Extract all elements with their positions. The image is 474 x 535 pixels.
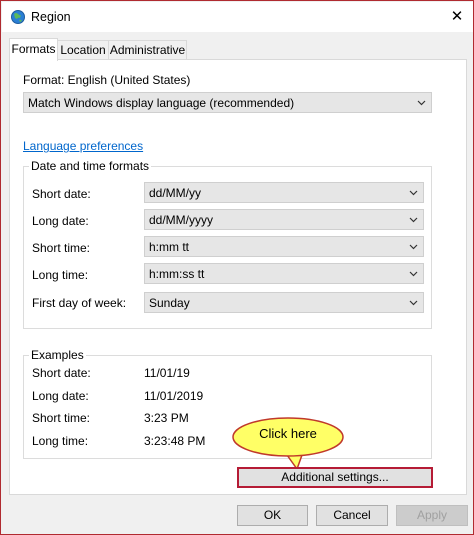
example-short-date-value: 11/01/19: [144, 366, 190, 380]
ok-button[interactable]: OK: [237, 505, 308, 526]
long-time-select[interactable]: h:mm:ss tt: [144, 263, 424, 284]
format-select-value: Match Windows display language (recommen…: [28, 96, 295, 110]
title-bar: Region ✕: [2, 2, 473, 32]
language-preferences-link[interactable]: Language preferences: [23, 139, 143, 153]
short-time-label: Short time:: [32, 241, 91, 255]
chevron-down-icon: [409, 300, 418, 306]
short-time-select[interactable]: h:mm tt: [144, 236, 424, 257]
first-day-select[interactable]: Sunday: [144, 292, 424, 313]
short-date-select[interactable]: dd/MM/yy: [144, 182, 424, 203]
short-date-label: Short date:: [32, 187, 91, 201]
short-time-value: h:mm tt: [149, 240, 190, 254]
example-short-time-value: 3:23 PM: [144, 411, 189, 425]
date-time-formats-title: Date and time formats: [29, 159, 152, 173]
long-date-label: Long date:: [32, 214, 89, 228]
tab-location[interactable]: Location: [57, 40, 109, 60]
cancel-button[interactable]: Cancel: [316, 505, 388, 526]
first-day-label: First day of week:: [32, 296, 127, 310]
chevron-down-icon: [409, 190, 418, 196]
examples-title: Examples: [29, 348, 86, 362]
example-short-date-label: Short date:: [32, 366, 91, 380]
callout-text: Click here: [259, 426, 317, 441]
short-date-value: dd/MM/yy: [149, 186, 202, 200]
tab-administrative[interactable]: Administrative: [108, 40, 187, 60]
globe-icon: [11, 10, 25, 24]
chevron-down-icon: [409, 271, 418, 277]
apply-button[interactable]: Apply: [396, 505, 468, 526]
format-label: Format: English (United States): [23, 73, 191, 87]
example-long-time-value: 3:23:48 PM: [144, 434, 206, 448]
chevron-down-icon: [409, 244, 418, 250]
chevron-down-icon: [409, 217, 418, 223]
long-time-value: h:mm:ss tt: [149, 267, 205, 281]
example-long-date-value: 11/01/2019: [144, 389, 204, 403]
format-select[interactable]: Match Windows display language (recommen…: [23, 92, 432, 113]
additional-settings-button[interactable]: Additional settings...: [237, 467, 433, 488]
example-short-time-label: Short time:: [32, 411, 91, 425]
example-long-time-label: Long time:: [32, 434, 89, 448]
first-day-value: Sunday: [149, 296, 190, 310]
example-long-date-label: Long date:: [32, 389, 89, 403]
window-title: Region: [31, 10, 71, 24]
chevron-down-icon: [417, 100, 426, 106]
long-time-label: Long time:: [32, 268, 89, 282]
click-here-callout: Click here: [232, 417, 344, 471]
tab-formats[interactable]: Formats: [9, 38, 58, 61]
long-date-value: dd/MM/yyyy: [149, 213, 214, 227]
close-button[interactable]: ✕: [445, 6, 469, 28]
region-dialog: Region ✕ Formats Location Administrative…: [0, 0, 474, 535]
long-date-select[interactable]: dd/MM/yyyy: [144, 209, 424, 230]
